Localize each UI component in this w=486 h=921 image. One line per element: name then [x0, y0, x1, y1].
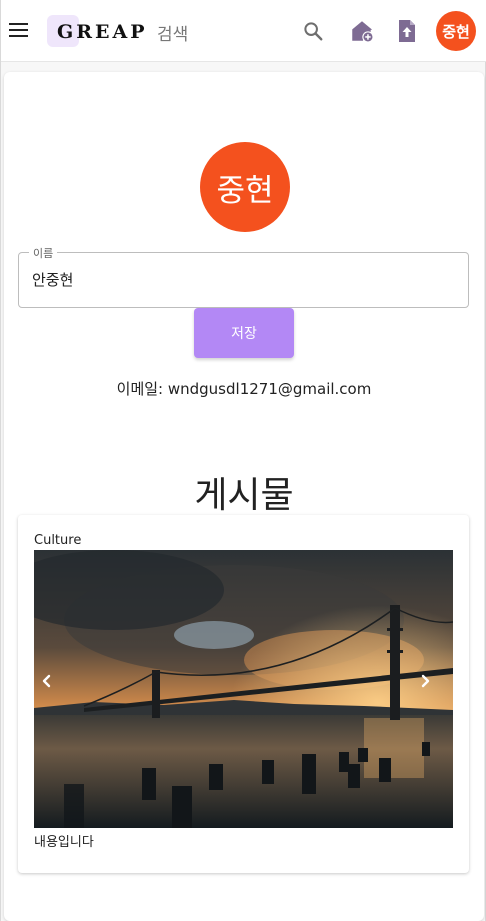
name-field-label: 이름 — [29, 245, 58, 261]
chevron-left-icon — [42, 674, 51, 688]
name-input[interactable] — [32, 270, 452, 288]
post-category: Culture — [34, 533, 82, 548]
post-body: 내용입니다 — [34, 835, 94, 850]
chevron-right-icon — [421, 674, 430, 688]
app-frame: GREAP 검색 중현 중현 이름 안중현 저장 이메일: wndgusdl12… — [0, 0, 486, 921]
search-link[interactable]: 검색 — [157, 20, 188, 45]
logo[interactable]: GREAP — [47, 15, 145, 47]
logo-text: GREAP — [57, 21, 148, 43]
posts-section-title: 게시물 — [194, 475, 294, 516]
save-button[interactable]: 저장 — [194, 308, 294, 358]
search-icon[interactable] — [297, 15, 329, 47]
email-text: 이메일: wndgusdl1271@gmail.com — [116, 380, 372, 398]
post-card[interactable]: Culture 내용입니다 — [18, 515, 469, 873]
post-image-carousel[interactable] — [34, 550, 453, 828]
add-home-icon[interactable] — [346, 15, 378, 47]
profile-avatar: 중현 — [200, 142, 290, 232]
menu-icon[interactable] — [9, 20, 29, 42]
profile-card: 중현 이름 저장 이메일: wndgusdl1271@gmail.com 게시물… — [4, 72, 484, 921]
bridge-sunset-image — [34, 550, 453, 828]
app-bar: GREAP 검색 중현 — [1, 0, 486, 62]
carousel-next-button[interactable] — [418, 674, 448, 704]
user-avatar[interactable]: 중현 — [436, 11, 476, 51]
carousel-prev-button[interactable] — [40, 674, 70, 704]
name-field[interactable]: 이름 — [18, 245, 469, 308]
upload-file-icon[interactable] — [391, 15, 423, 47]
